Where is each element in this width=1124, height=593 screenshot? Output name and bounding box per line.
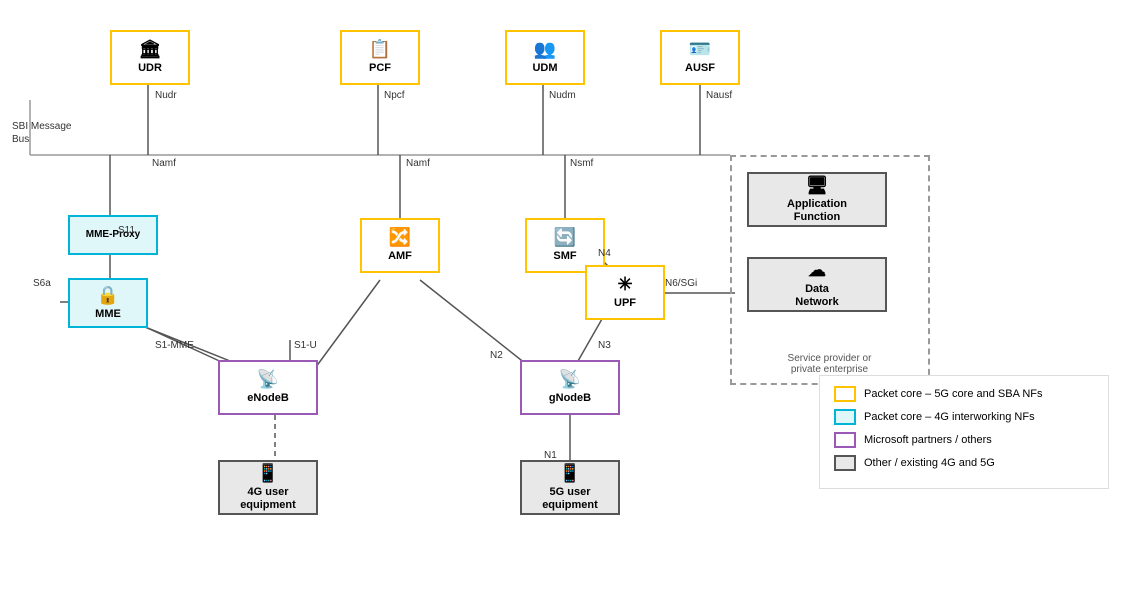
label-s11: S11	[118, 225, 135, 236]
legend-label-yellow: Packet core – 5G core and SBA NFs	[864, 388, 1043, 400]
ue5g-label: 5G user equipment	[542, 486, 598, 512]
amf-icon: 🔀	[389, 227, 411, 248]
mme-label: MME	[95, 308, 121, 321]
legend-label-gray: Other / existing 4G and 5G	[864, 457, 995, 469]
label-n6-sgi: N6/SGi	[665, 278, 697, 289]
mme-node: 🔒 MME	[68, 278, 148, 328]
ue5g-node: 📱 5G user equipment	[520, 460, 620, 515]
udm-icon: 👥	[534, 39, 556, 60]
label-n4: N4	[598, 248, 611, 259]
label-nsmf: Nsmf	[570, 158, 593, 169]
legend-label-cyan: Packet core – 4G interworking NFs	[864, 411, 1035, 423]
label-nudm: Nudm	[549, 90, 576, 101]
upf-node: ✳ UPF	[585, 265, 665, 320]
legend-item-purple: Microsoft partners / others	[834, 432, 1094, 448]
legend-swatch-purple	[834, 432, 856, 448]
udr-label: UDR	[138, 62, 162, 75]
dn-label: Data Network	[795, 283, 838, 309]
ue4g-label: 4G user equipment	[240, 486, 296, 512]
ue4g-icon: 📱	[257, 463, 279, 484]
legend-item-cyan: Packet core – 4G interworking NFs	[834, 409, 1094, 425]
gnodeb-node: 📡 gNodeB	[520, 360, 620, 415]
gnodeb-label: gNodeB	[549, 392, 591, 405]
amf-label: AMF	[388, 250, 412, 263]
label-nudr: Nudr	[155, 90, 177, 101]
legend-label-purple: Microsoft partners / others	[864, 434, 992, 446]
label-n3: N3	[598, 340, 611, 351]
gnodeb-icon: 📡	[559, 369, 581, 390]
udr-icon: 🏛	[139, 39, 162, 60]
ausf-node: 🪪 AUSF	[660, 30, 740, 85]
udm-node: 👥 UDM	[505, 30, 585, 85]
pcf-node: 📋 PCF	[340, 30, 420, 85]
smf-label: SMF	[553, 250, 576, 263]
pcf-icon: 📋	[369, 39, 391, 60]
legend-swatch-yellow	[834, 386, 856, 402]
label-n1: N1	[544, 450, 557, 461]
enodeb-icon: 📡	[257, 369, 279, 390]
dn-node: ☁ Data Network	[747, 257, 887, 312]
udr-node: 🏛 UDR	[110, 30, 190, 85]
upf-label: UPF	[614, 297, 636, 310]
ue5g-icon: 📱	[559, 463, 581, 484]
label-npcf: Npcf	[384, 90, 405, 101]
ue4g-node: 📱 4G user equipment	[218, 460, 318, 515]
ausf-label: AUSF	[685, 62, 715, 75]
af-node: 🖥 Application Function	[747, 172, 887, 227]
enodeb-node: 📡 eNodeB	[218, 360, 318, 415]
legend: Packet core – 5G core and SBA NFs Packet…	[819, 375, 1109, 489]
legend-item-gray: Other / existing 4G and 5G	[834, 455, 1094, 471]
label-s1-u: S1-U	[294, 340, 317, 351]
diagram-container: 🏛 UDR 📋 PCF 👥 UDM 🪪 AUSF 🔀 AMF 🔄 SMF ✳ U…	[0, 0, 1124, 593]
upf-icon: ✳	[617, 274, 632, 295]
label-n2: N2	[490, 350, 503, 361]
af-label: Application Function	[787, 198, 847, 224]
udm-label: UDM	[532, 62, 557, 75]
label-namf-left: Namf	[152, 158, 176, 169]
ausf-icon: 🪪	[689, 39, 711, 60]
enodeb-label: eNodeB	[247, 392, 289, 405]
amf-node: 🔀 AMF	[360, 218, 440, 273]
dn-icon: ☁	[808, 260, 826, 281]
sbi-label: SBI MessageBus	[12, 120, 71, 146]
legend-swatch-cyan	[834, 409, 856, 425]
label-s6a: S6a	[33, 278, 51, 289]
af-icon: 🖥	[806, 175, 829, 196]
pcf-label: PCF	[369, 62, 391, 75]
service-provider-box: 🖥 Application Function ☁ Data Network Se…	[730, 155, 930, 385]
label-nausf: Nausf	[706, 90, 732, 101]
mme-icon: 🔒	[97, 285, 119, 306]
mme-proxy-node: MME-Proxy	[68, 215, 158, 255]
legend-swatch-gray	[834, 455, 856, 471]
service-provider-label: Service provider orprivate enterprise	[742, 353, 917, 375]
legend-item-yellow: Packet core – 5G core and SBA NFs	[834, 386, 1094, 402]
label-namf: Namf	[406, 158, 430, 169]
label-s1-mme: S1-MME	[155, 340, 194, 351]
smf-icon: 🔄	[554, 227, 576, 248]
